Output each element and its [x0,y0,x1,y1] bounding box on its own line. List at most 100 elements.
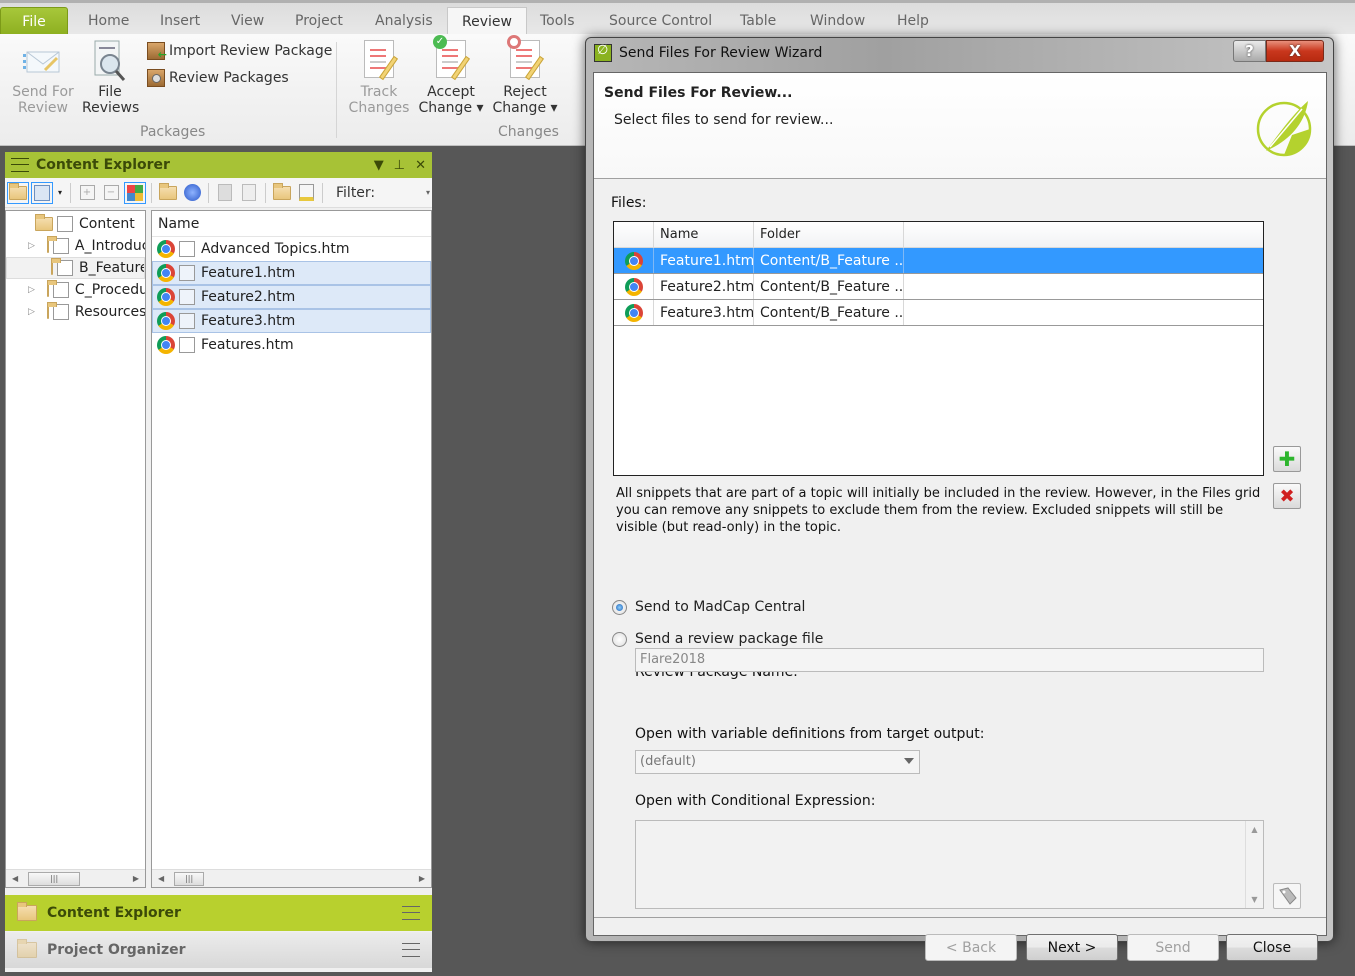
grid-row[interactable]: Feature3.htm Content/B_Feature ... [614,300,1263,326]
tab-view[interactable]: View [217,7,278,37]
scroll-left-icon[interactable]: ◀ [158,874,164,883]
properties-button[interactable] [238,182,260,204]
package-name-input[interactable]: Flare2018 [635,648,1264,672]
tree-item-a-introduction[interactable]: ▷ A_Introduction [6,235,145,257]
grid-view-button[interactable] [31,181,53,204]
window-close-button[interactable]: X [1266,40,1324,62]
radio-send-to-central[interactable]: Send to MadCap Central [612,599,805,615]
open-doc-icon [218,184,232,201]
grid-row[interactable]: Feature1.htm Content/B_Feature ... [614,248,1263,274]
tab-review[interactable]: Review [447,7,527,37]
scroll-up-icon[interactable]: ▲ [1246,825,1263,834]
scroll-left-icon[interactable]: ◀ [12,874,18,883]
menu-icon[interactable] [11,158,29,172]
variable-definitions-select[interactable]: (default) [635,750,920,774]
import-review-package-button[interactable]: ← Import Review Package [147,42,332,61]
tree-item-c-procedures[interactable]: ▷ C_Procedures [6,279,145,301]
remove-file-button[interactable]: ✖ [1273,483,1301,509]
file-row[interactable]: Feature1.htm [152,261,431,285]
expand-arrow-icon[interactable]: ▷ [28,241,35,251]
file-checkbox[interactable] [179,313,195,329]
file-row[interactable]: Advanced Topics.htm [152,237,431,261]
wizard-banner: Send Files For Review... Select files to… [594,73,1326,179]
expand-all-button[interactable]: + [76,182,98,204]
column-header-folder[interactable]: Folder [754,222,904,247]
grid-row[interactable]: Feature2.htm Content/B_Feature ... [614,274,1263,300]
up-folder-button[interactable] [157,182,179,204]
file-checkbox[interactable] [179,241,195,257]
column-header-name[interactable]: Name [152,211,431,237]
menu-icon[interactable] [402,906,420,920]
file-row[interactable]: Features.htm [152,333,431,357]
pin-icon[interactable]: ⊥ [394,158,405,173]
conditional-expression-input[interactable]: ▲ ▼ [635,820,1264,909]
refresh-button[interactable] [181,182,203,204]
tiles-button[interactable] [124,181,146,204]
review-packages-button[interactable]: Review Packages [147,69,289,87]
scroll-down-icon[interactable]: ▼ [1246,895,1263,904]
tab-project[interactable]: Project [281,7,357,37]
accept-change-icon: ✓ [431,35,471,81]
tab-table[interactable]: Table [726,7,790,37]
tree-checkbox[interactable] [57,216,73,232]
tree-item-content[interactable]: Content [6,213,145,235]
expand-arrow-icon[interactable]: ▷ [28,285,35,295]
file-reviews-button[interactable]: File Reviews [82,40,139,116]
nav-project-organizer[interactable]: Project Organizer [5,932,432,968]
send-button[interactable]: Send [1127,934,1219,961]
feather-logo-icon [1256,101,1312,157]
file-checkbox[interactable] [179,337,195,353]
scroll-thumb[interactable]: ||| [174,871,205,886]
file-row[interactable]: Feature3.htm [152,309,431,333]
list-horizontal-scrollbar[interactable]: ◀ ||| ▶ [152,869,431,887]
radio-send-package-file[interactable]: Send a review package file [612,631,823,647]
tab-source-control[interactable]: Source Control [595,7,726,37]
nav-content-explorer[interactable]: Content Explorer [5,895,432,931]
scroll-right-icon[interactable]: ▶ [133,874,139,883]
view-dropdown[interactable]: ▾ [55,182,65,204]
toolbar-overflow-icon[interactable]: ▾ [426,188,430,197]
menu-icon[interactable] [402,943,420,957]
track-changes-button[interactable]: Track Changes [348,40,410,116]
add-file-button[interactable]: ✚ [1273,446,1301,472]
tab-analysis[interactable]: Analysis [361,7,447,37]
file-checkbox[interactable] [179,289,195,305]
close-button[interactable]: Close [1226,934,1318,961]
file-checkbox[interactable] [179,265,195,281]
reject-change-button[interactable]: Reject Change ▾ [492,35,558,116]
back-button[interactable]: < Back [925,934,1017,961]
tab-file[interactable]: File [0,7,68,37]
tree-horizontal-scrollbar[interactable]: ◀ ||| ▶ [6,869,145,887]
scroll-thumb[interactable]: ||| [28,871,81,886]
tree-item-b-features[interactable]: B_Features [6,257,145,279]
edit-conditions-button[interactable] [1273,883,1301,909]
tab-insert[interactable]: Insert [146,7,214,37]
tab-tools[interactable]: Tools [526,7,589,37]
help-button[interactable]: ? [1233,40,1266,62]
column-header-name[interactable]: Name [654,222,754,247]
collapse-all-button[interactable]: − [100,182,122,204]
expand-arrow-icon[interactable]: ▷ [28,307,35,317]
next-button[interactable]: Next > [1026,934,1118,961]
new-file-button[interactable] [295,182,317,204]
vertical-scrollbar[interactable]: ▲ ▼ [1245,821,1263,908]
dropdown-icon[interactable]: ▼ [374,158,384,173]
scroll-right-icon[interactable]: ▶ [419,874,425,883]
tab-help[interactable]: Help [883,7,943,37]
envelope-icon [23,40,63,80]
accept-change-button[interactable]: ✓ Accept Change ▾ [418,35,484,116]
open-button[interactable] [214,182,236,204]
wrench-doc-icon [242,184,256,201]
tab-window[interactable]: Window [796,7,879,37]
radio-unselected-icon [612,631,627,647]
close-icon[interactable]: ✕ [415,158,426,173]
tree-item-resources[interactable]: ▷ Resources [6,301,145,323]
chrome-icon [157,240,175,258]
file-row[interactable]: Feature2.htm [152,285,431,309]
send-for-review-button[interactable]: Send For Review [10,40,76,116]
folder-view-button[interactable] [7,181,29,204]
grid-cell-folder: Content/B_Feature ... [754,248,904,273]
tab-home[interactable]: Home [74,7,143,37]
variable-definitions-label: Open with variable definitions from targ… [635,726,985,742]
new-folder-button[interactable] [271,182,293,204]
